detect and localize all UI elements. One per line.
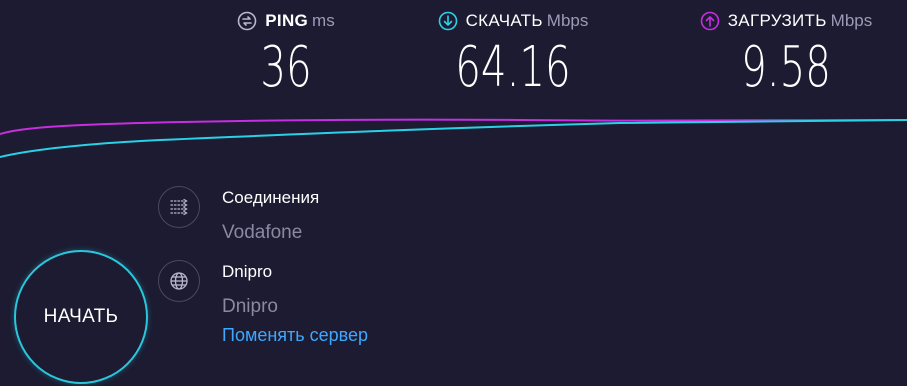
download-graph-line	[0, 119, 907, 158]
connection-provider: Vodafone	[222, 222, 303, 243]
server-location: Dnipro	[222, 296, 278, 317]
ping-unit: ms	[312, 11, 335, 30]
upload-unit: Mbps	[830, 11, 873, 30]
download-icon	[438, 11, 458, 31]
download-unit: Mbps	[546, 11, 589, 30]
ping-value: 36	[260, 35, 312, 100]
upload-metric: ЗАГРУЗИТЬ Mbps 9.58	[686, 8, 886, 98]
change-server-link[interactable]: Поменять сервер	[222, 324, 368, 346]
connection-info: Соединения Vodafone	[158, 186, 319, 244]
download-value: 64.16	[455, 35, 571, 100]
server-info: Dnipro Dnipro Поменять сервер	[158, 260, 368, 346]
upload-value: 9.58	[741, 35, 831, 100]
start-button[interactable]: НАЧАТЬ	[14, 250, 148, 384]
ping-metric: PING ms 36	[186, 8, 386, 98]
ping-icon	[237, 11, 257, 31]
start-button-label: НАЧАТЬ	[43, 306, 119, 327]
download-label: СКАЧАТЬ	[465, 11, 543, 30]
connection-title: Соединения	[222, 188, 320, 207]
upload-header: ЗАГРУЗИТЬ Mbps	[686, 8, 886, 34]
speed-graph	[0, 118, 907, 158]
connections-icon	[158, 186, 200, 228]
upload-label: ЗАГРУЗИТЬ	[727, 11, 827, 30]
ping-label: PING	[265, 11, 309, 30]
ping-header: PING ms	[186, 8, 386, 34]
server-title: Dnipro	[222, 262, 273, 281]
globe-icon	[158, 260, 200, 302]
upload-icon	[700, 11, 720, 31]
download-header: СКАЧАТЬ Mbps	[413, 8, 613, 34]
download-metric: СКАЧАТЬ Mbps 64.16	[413, 8, 613, 98]
